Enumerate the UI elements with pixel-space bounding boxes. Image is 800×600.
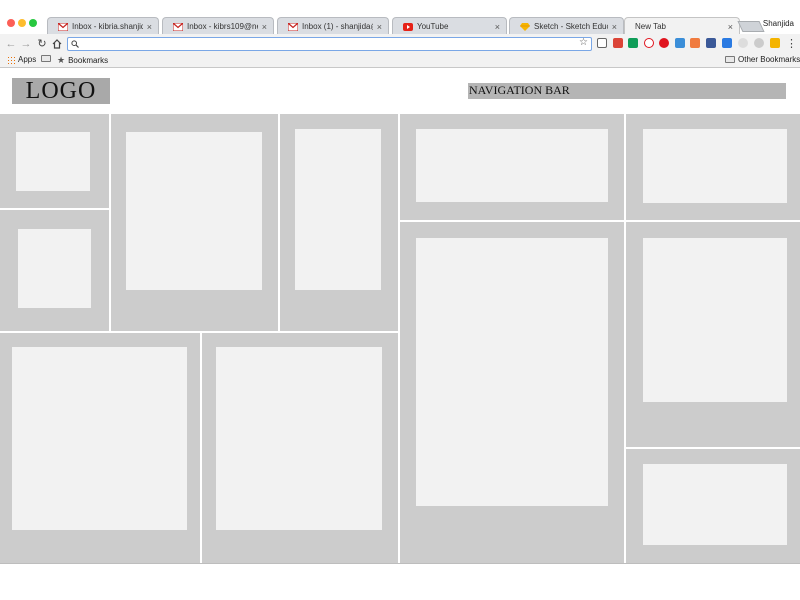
tab-title: New Tab xyxy=(635,22,666,31)
gmail-icon xyxy=(173,22,183,31)
tab-title: Inbox (1) - shanjida@godes xyxy=(302,22,373,31)
apps-bookmark[interactable]: Apps xyxy=(7,55,36,64)
placeholder-box xyxy=(18,229,91,308)
placeholder-box xyxy=(416,238,608,506)
new-tab-button[interactable] xyxy=(737,21,765,32)
panel-d xyxy=(280,114,398,331)
panel-b xyxy=(0,210,109,331)
panel-j xyxy=(626,222,800,447)
tab-gmail-3[interactable]: Inbox (1) - shanjida@godes × xyxy=(277,17,389,35)
divider xyxy=(0,563,800,564)
profile-button[interactable]: Shanjida xyxy=(763,19,794,28)
folder-bookmark[interactable] xyxy=(41,55,54,62)
tab-sketch[interactable]: Sketch - Sketch Education × xyxy=(509,17,624,35)
bookmarks-bar: Apps ★ Bookmarks Other Bookmarks xyxy=(0,54,800,68)
gmail-icon xyxy=(58,22,68,31)
home-icon[interactable] xyxy=(51,37,63,51)
zoom-window-button[interactable] xyxy=(29,19,37,27)
address-input[interactable] xyxy=(82,38,572,50)
sheets-icon[interactable] xyxy=(628,38,638,48)
other-bookmarks[interactable]: Other Bookmarks xyxy=(725,55,800,64)
tab-youtube[interactable]: YouTube × xyxy=(392,17,507,35)
navigation-bar[interactable]: NAVIGATION BAR xyxy=(468,83,786,99)
bookmarks-folder[interactable]: ★ Bookmarks xyxy=(57,55,108,66)
forward-arrow-icon[interactable]: → xyxy=(20,37,32,51)
reload-icon[interactable]: ↻ xyxy=(36,37,48,51)
apps-label: Apps xyxy=(18,55,37,64)
placeholder-box xyxy=(216,347,382,530)
cloud-icon[interactable] xyxy=(754,38,764,48)
calendar-icon[interactable] xyxy=(613,38,623,48)
panel-k xyxy=(626,449,800,563)
people-icon[interactable] xyxy=(690,38,700,48)
tab-strip: Inbox - kibria.shanjida0000 × Inbox - ki… xyxy=(0,0,800,35)
placeholder-box xyxy=(416,129,608,202)
minimize-window-button[interactable] xyxy=(18,19,26,27)
star-icon: ★ xyxy=(57,55,66,65)
folder-icon xyxy=(725,56,735,63)
placeholder-box xyxy=(12,347,187,530)
placeholder-box xyxy=(126,132,262,290)
panel-f xyxy=(202,333,398,563)
tab-title: YouTube xyxy=(417,22,449,31)
youtube-icon xyxy=(403,22,413,31)
bookmark-star-icon[interactable]: ☆ xyxy=(579,37,588,48)
close-window-button[interactable] xyxy=(7,19,15,27)
bookmarks-label: Bookmarks xyxy=(68,56,109,65)
grey-circle-icon[interactable] xyxy=(738,38,748,48)
panel-h xyxy=(400,222,624,563)
folder-icon xyxy=(41,55,51,62)
close-tab-icon[interactable]: × xyxy=(377,22,382,32)
tab-title: Inbox - kibria.shanjida0000 xyxy=(72,22,143,31)
tab-title: Sketch - Sketch Education xyxy=(534,22,608,31)
gplus-icon[interactable] xyxy=(722,38,732,48)
placeholder-box xyxy=(643,464,787,545)
opera-icon[interactable] xyxy=(644,38,654,48)
placeholder-box xyxy=(643,238,787,402)
adblock-icon[interactable] xyxy=(675,38,685,48)
other-bookmarks-label: Other Bookmarks xyxy=(738,55,800,64)
apps-grid-icon xyxy=(7,55,15,64)
cast-icon[interactable] xyxy=(597,38,607,48)
tab-title: Inbox - kibrs109@newscho xyxy=(187,22,258,31)
menu-icon[interactable]: ⋮ xyxy=(786,37,797,50)
placeholder-box xyxy=(295,129,381,290)
tab-new-tab[interactable]: New Tab × xyxy=(624,17,740,35)
panel-c xyxy=(111,114,278,331)
tab-gmail-1[interactable]: Inbox - kibria.shanjida0000 × xyxy=(47,17,159,35)
placeholder-box xyxy=(16,132,90,191)
close-tab-icon[interactable]: × xyxy=(612,22,617,32)
gmail-icon xyxy=(288,22,298,31)
panel-a xyxy=(0,114,109,208)
panel-e xyxy=(0,333,200,563)
back-arrow-icon[interactable]: ← xyxy=(5,37,17,51)
panel-i xyxy=(626,114,800,220)
tab-gmail-2[interactable]: Inbox - kibrs109@newscho × xyxy=(162,17,274,35)
flag-icon[interactable] xyxy=(659,38,669,48)
search-icon xyxy=(71,39,79,48)
panel-g xyxy=(400,114,624,220)
page-content: LOGO NAVIGATION BAR xyxy=(0,69,800,600)
lock-icon[interactable] xyxy=(770,38,780,48)
sketch-icon xyxy=(520,22,530,31)
close-tab-icon[interactable]: × xyxy=(147,22,152,32)
placeholder-box xyxy=(643,129,787,203)
close-tab-icon[interactable]: × xyxy=(495,22,500,32)
facebook-icon[interactable] xyxy=(706,38,716,48)
address-bar[interactable]: ☆ xyxy=(67,37,592,51)
logo[interactable]: LOGO xyxy=(12,78,110,104)
close-tab-icon[interactable]: × xyxy=(728,22,733,32)
close-tab-icon[interactable]: × xyxy=(262,22,267,32)
